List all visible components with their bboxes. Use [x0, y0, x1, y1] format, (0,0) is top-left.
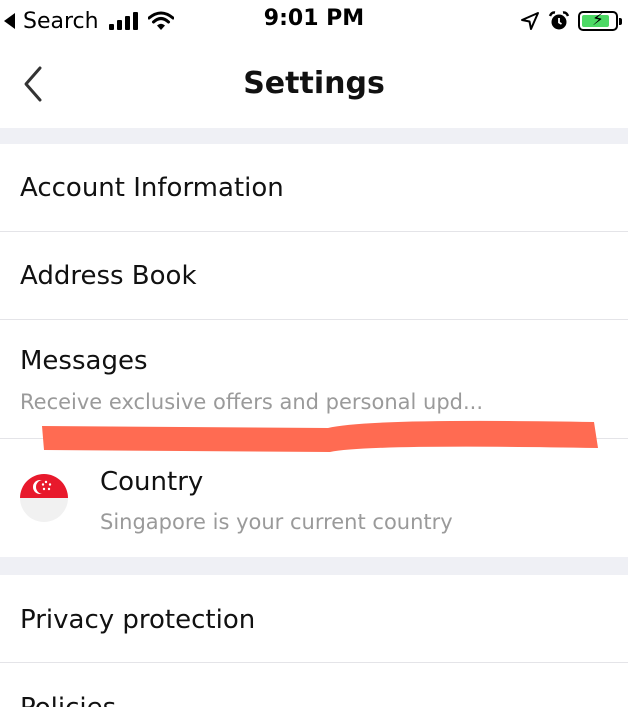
singapore-flag-icon [20, 474, 68, 522]
alarm-clock-icon [548, 11, 570, 30]
settings-row-address-book[interactable]: Address Book [0, 232, 628, 319]
charging-bolt-icon: ⚡ [592, 10, 604, 30]
country-label: Country [100, 467, 204, 497]
country-subtitle: Singapore is your current country [100, 510, 453, 534]
section-separator [0, 128, 628, 144]
settings-row-privacy-protection[interactable]: Privacy protection [0, 575, 628, 662]
settings-row-policies[interactable]: Policies [0, 663, 628, 707]
navigation-bar: Settings [0, 42, 628, 128]
account-information-label: Account Information [20, 173, 284, 203]
settings-row-account-information[interactable]: Account Information [0, 144, 628, 231]
section-separator [0, 557, 628, 575]
redaction-mark [42, 420, 598, 452]
privacy-protection-label: Privacy protection [20, 605, 256, 635]
messages-label: Messages [20, 346, 148, 376]
status-bar: Search 9:01 PM ⚡ [0, 0, 628, 42]
messages-subtitle: Receive exclusive offers and personal up… [20, 390, 484, 414]
policies-label: Policies [20, 693, 116, 707]
location-arrow-icon [521, 12, 539, 30]
status-bar-right: ⚡ [520, 6, 622, 36]
address-book-label: Address Book [20, 261, 197, 291]
page-title: Settings [243, 66, 385, 101]
settings-row-country[interactable]: Country Singapore is your current countr… [0, 439, 628, 557]
battery-icon: ⚡ [578, 10, 622, 31]
